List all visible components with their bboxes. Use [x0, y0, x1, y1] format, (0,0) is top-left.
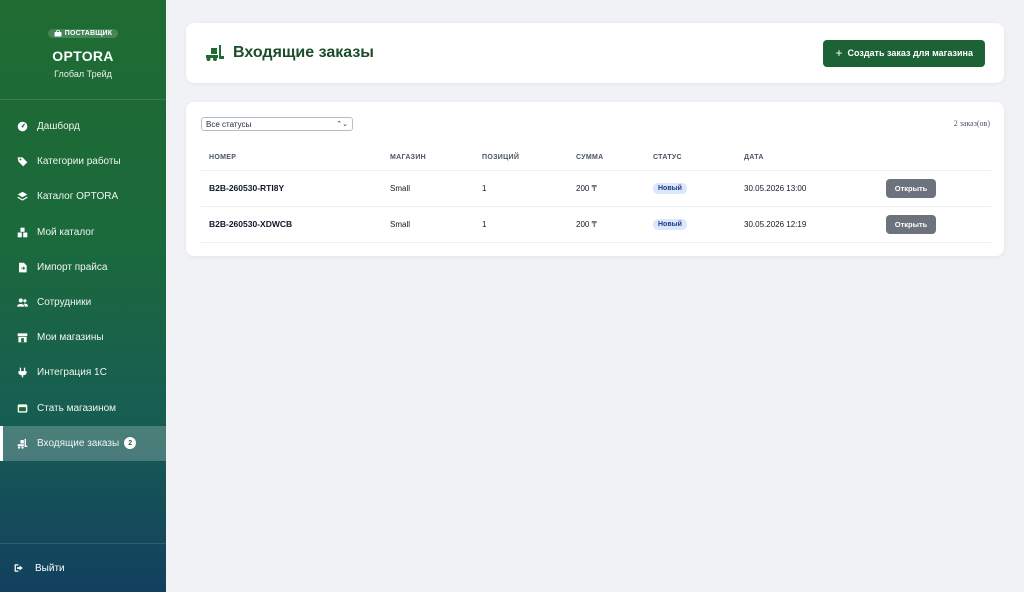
sidebar-item-1c-integration[interactable]: Интеграция 1С	[0, 355, 166, 390]
order-positions: 1	[474, 206, 568, 243]
sidebar-item-label: Каталог OPTORA	[37, 191, 119, 203]
create-order-label: Создать заказ для магазина	[847, 48, 973, 58]
role-badge-label: ПОСТАВЩИК	[64, 30, 113, 37]
column-header-status: СТАТУС	[645, 146, 736, 171]
sidebar-item-employees[interactable]: Сотрудники	[0, 285, 166, 320]
page-title: Входящие заказы	[205, 44, 374, 62]
sidebar-item-optora-catalog[interactable]: Каталог OPTORA	[0, 179, 166, 214]
sidebar: ПОСТАВЩИК OPTORA Глобал Трейд Дашборд Ка…	[0, 0, 166, 592]
sidebar-item-incoming-orders[interactable]: Входящие заказы 2	[0, 425, 166, 461]
status-badge: Новый	[653, 218, 687, 230]
order-date: 30.05.2026 12:19	[736, 206, 878, 243]
column-header-number: НОМЕР	[201, 146, 382, 171]
briefcase-icon	[54, 30, 62, 37]
column-header-store: МАГАЗИН	[382, 146, 474, 171]
dashboard-icon	[16, 121, 28, 133]
sidebar-item-label: Входящие заказы	[37, 437, 120, 449]
create-order-button[interactable]: + Создать заказ для магазина	[823, 39, 985, 67]
sidebar-item-label: Импорт прайса	[37, 261, 108, 273]
order-sum: 200 ₸	[568, 206, 645, 243]
order-actions-cell: Открыть	[878, 206, 991, 243]
column-header-date: ДАТА	[736, 146, 878, 171]
company-name: Глобал Трейд	[54, 69, 112, 79]
status-badge: Новый	[653, 182, 687, 194]
order-number: B2B-260530-RTI8Y	[201, 170, 382, 207]
boxes-icon	[16, 226, 28, 238]
column-header-actions	[878, 146, 991, 171]
orders-table-card: Все статусы ⌃⌄ 2 заказ(ов) НОМЕР МАГАЗИН…	[186, 102, 1004, 256]
logout-button[interactable]: Выйти	[0, 543, 166, 592]
sidebar-item-price-import[interactable]: Импорт прайса	[0, 250, 166, 285]
sidebar-item-label: Интеграция 1С	[37, 367, 107, 379]
order-number: B2B-260530-XDWCB	[201, 206, 382, 243]
open-order-button[interactable]: Открыть	[886, 178, 936, 198]
sidebar-item-become-store[interactable]: Стать магазином	[0, 391, 166, 426]
sidebar-item-categories[interactable]: Категории работы	[0, 144, 166, 179]
truck-loading-icon	[16, 437, 28, 449]
order-status-cell: Новый	[645, 170, 736, 207]
order-store: Small	[382, 206, 474, 243]
orders-count-text: 2 заказ(ов)	[953, 119, 990, 128]
sidebar-item-label: Стать магазином	[37, 402, 117, 414]
order-date: 30.05.2026 13:00	[736, 170, 878, 207]
file-import-icon	[16, 261, 28, 273]
order-status-cell: Новый	[645, 206, 736, 243]
open-order-button[interactable]: Открыть	[886, 214, 936, 234]
sidebar-item-label: Дашборд	[37, 121, 80, 133]
order-sum: 200 ₸	[568, 170, 645, 207]
table-header-row: НОМЕР МАГАЗИН ПОЗИЦИЙ СУММА СТАТУС ДАТА	[201, 146, 991, 171]
order-positions: 1	[474, 170, 568, 207]
chevron-updown-icon: ⌃⌄	[336, 121, 348, 128]
status-filter-select[interactable]: Все статусы ⌃⌄	[201, 117, 353, 131]
shop-icon	[16, 402, 28, 414]
sidebar-item-label: Мои магазины	[37, 332, 104, 344]
logout-label: Выйти	[35, 562, 65, 574]
table-row[interactable]: B2B-260530-RTI8Y Small 1 200 ₸ Новый 30.…	[201, 170, 991, 207]
column-header-sum: СУММА	[568, 146, 645, 171]
truck-loading-icon	[206, 45, 224, 61]
orders-count-badge: 2	[124, 437, 137, 450]
page-header: Входящие заказы + Создать заказ для мага…	[186, 23, 1004, 83]
plus-icon: +	[835, 46, 843, 60]
orders-table: НОМЕР МАГАЗИН ПОЗИЦИЙ СУММА СТАТУС ДАТА …	[201, 146, 991, 243]
brand-name: OPTORA	[52, 48, 114, 64]
store-icon	[16, 332, 28, 344]
users-icon	[16, 297, 28, 309]
sign-out-icon	[14, 564, 23, 572]
sidebar-item-my-stores[interactable]: Мои магазины	[0, 320, 166, 355]
sidebar-item-my-catalog[interactable]: Мой каталог	[0, 215, 166, 250]
table-row[interactable]: B2B-260530-XDWCB Small 1 200 ₸ Новый 30.…	[201, 206, 991, 243]
sidebar-item-label: Мой каталог	[37, 226, 95, 238]
brand-block: ПОСТАВЩИК OPTORA Глобал Трейд	[0, 0, 166, 100]
order-store: Small	[382, 170, 474, 207]
sidebar-nav: Дашборд Категории работы Каталог OPTORA …	[0, 109, 166, 461]
page-title-text: Входящие заказы	[233, 44, 374, 61]
order-actions-cell: Открыть	[878, 170, 991, 207]
role-badge: ПОСТАВЩИК	[47, 29, 119, 38]
sidebar-item-dashboard[interactable]: Дашборд	[0, 109, 166, 144]
status-filter-value: Все статусы	[206, 119, 252, 129]
tags-icon	[16, 156, 28, 168]
sidebar-item-label: Сотрудники	[37, 297, 92, 309]
layers-icon	[16, 191, 28, 203]
column-header-positions: ПОЗИЦИЙ	[474, 146, 568, 171]
plug-icon	[16, 367, 28, 379]
sidebar-item-label: Категории работы	[37, 156, 121, 168]
